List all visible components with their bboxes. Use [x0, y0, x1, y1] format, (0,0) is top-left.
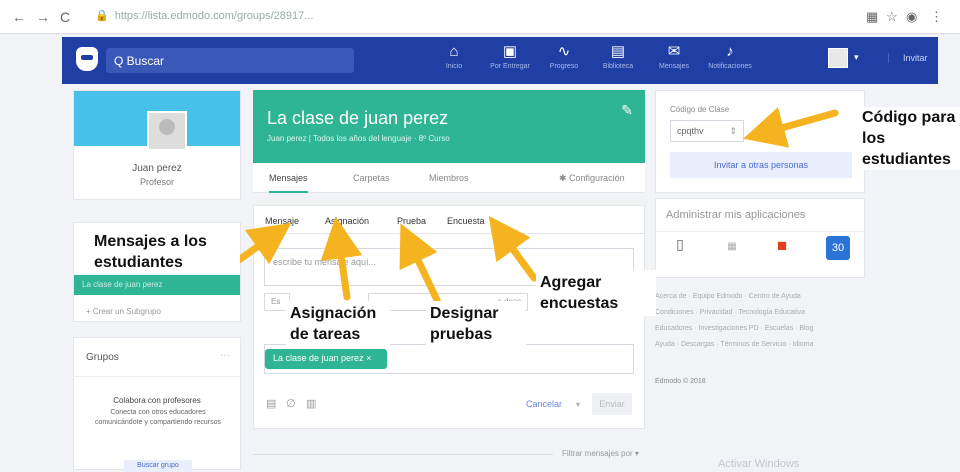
arrow-quiz: [399, 223, 441, 304]
arrow-messages: [232, 222, 292, 266]
annotation-quiz: Designar pruebas: [426, 301, 526, 347]
arrow-assignment: [320, 216, 363, 301]
annotation-code: Código para los estudiantes: [860, 107, 960, 170]
annotation-assignment: Asignación de tareas: [286, 301, 390, 347]
annotation-messages: Mensajes a los estudiantes: [90, 229, 240, 275]
annotation-poll: Agregar encuestas: [536, 270, 656, 316]
arrow-code: [743, 107, 839, 148]
arrow-poll: [488, 215, 538, 282]
